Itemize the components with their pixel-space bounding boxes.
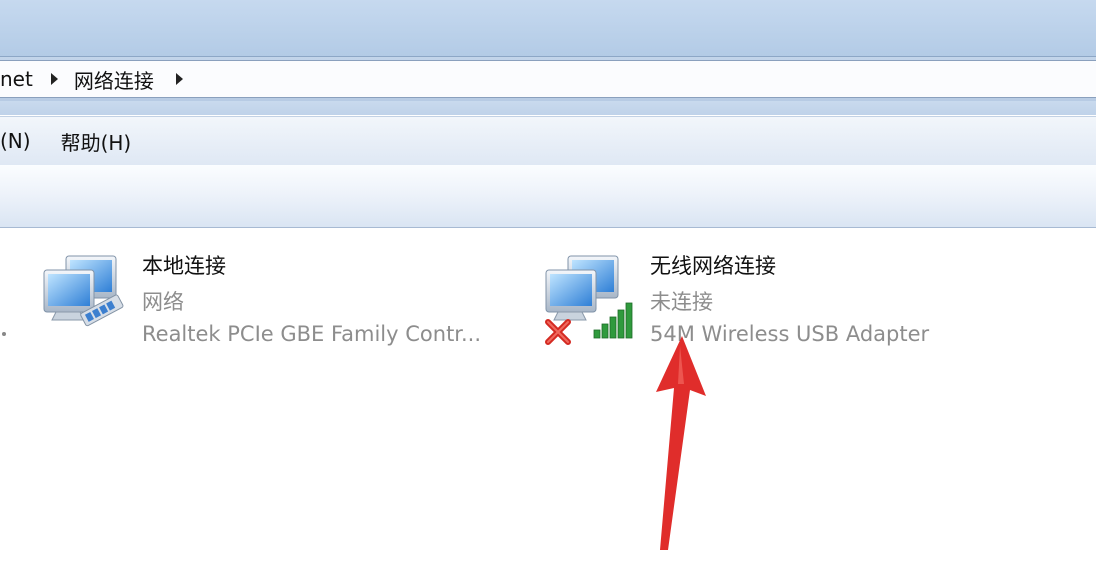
connection-status: 未连接 xyxy=(650,290,713,314)
annotation-arrow-icon xyxy=(656,336,706,550)
address-bar: net 网络连接 xyxy=(0,57,1096,101)
breadcrumb-arrow-icon[interactable] xyxy=(50,73,58,85)
connection-item-local[interactable]: 本地连接 网络 Realtek PCIe GBE Family Contr... xyxy=(30,244,530,354)
connection-name: 本地连接 xyxy=(142,254,226,278)
breadcrumb-arrow-icon[interactable] xyxy=(175,73,183,85)
breadcrumb-item-network[interactable]: net xyxy=(0,67,33,91)
command-toolbar xyxy=(0,165,1096,228)
address-field[interactable]: net 网络连接 xyxy=(0,60,1096,98)
network-computer-icon xyxy=(43,255,124,327)
truncated-item-mark xyxy=(2,332,6,336)
connection-adapter: Realtek PCIe GBE Family Contr... xyxy=(142,322,482,346)
wireless-signal-icon xyxy=(593,302,633,339)
connection-status: 网络 xyxy=(142,290,184,314)
disconnected-x-icon xyxy=(545,319,571,345)
menu-item-navigate[interactable]: (N) xyxy=(0,129,31,153)
connection-item-wireless[interactable]: 无线网络连接 未连接 54M Wireless USB Adapter xyxy=(540,244,1000,354)
window-title-bar[interactable] xyxy=(0,0,1096,57)
menu-item-help[interactable]: 帮助(H) xyxy=(61,127,132,156)
address-bar-gap xyxy=(0,101,1096,115)
breadcrumb-item-network-connections[interactable]: 网络连接 xyxy=(74,65,154,94)
menu-bar: (N) 帮助(H) xyxy=(0,116,1096,166)
connections-list: 本地连接 网络 Realtek PCIe GBE Family Contr... xyxy=(0,228,1096,578)
connection-name: 无线网络连接 xyxy=(650,254,776,278)
